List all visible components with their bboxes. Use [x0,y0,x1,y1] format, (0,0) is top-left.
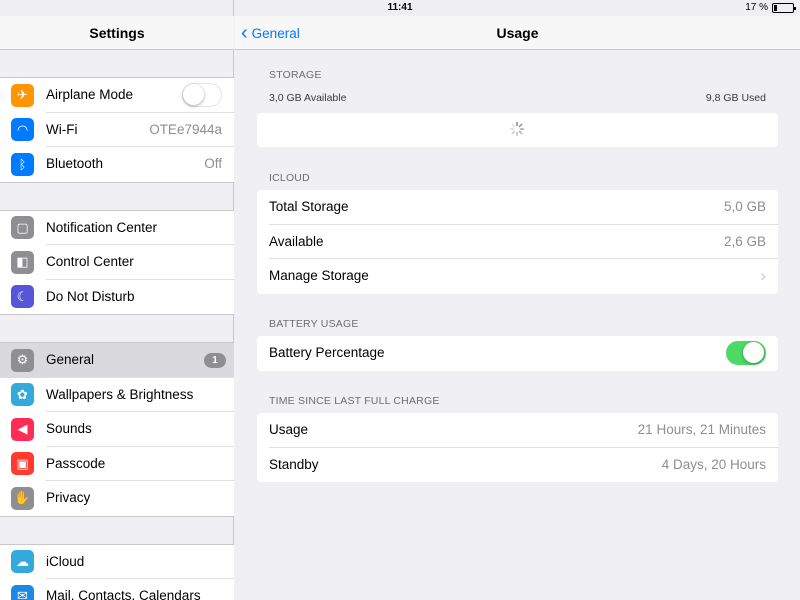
sidebar-item-label: Privacy [46,490,91,505]
charge-card: Usage 21 Hours, 21 Minutes Standby 4 Day… [257,413,778,482]
battery-percentage-row: Battery Percentage [257,336,778,371]
airplane-icon: ✈ [11,83,34,107]
sidebar-item-do-not-disturb[interactable]: ☾ Do Not Disturb [0,280,234,315]
control-center-icon: ◧ [11,250,34,274]
cloud-icon: ☁ [11,550,34,574]
sidebar-item-value: Off [204,156,222,171]
usage-panel: ‹ General Usage STORAGE 3,0 GB Available… [235,0,800,600]
total-storage-row: Total Storage 5,0 GB [257,190,778,225]
row-label: Manage Storage [269,268,369,283]
battery-card: Battery Percentage [257,336,778,371]
settings-group: ▢ Notification Center ◧ Control Center ☾ Do N… [0,209,234,315]
chevron-right-icon: › [760,266,766,285]
loading-spinner-icon [509,121,525,137]
battery-percentage-toggle[interactable] [726,341,766,365]
sidebar-item-label: Passcode [46,455,106,471]
storage-available: 3,0 GB Available [269,92,347,104]
sidebar-item-passcode[interactable]: ▣ Passcode [0,447,234,481]
page-title: Usage [496,25,539,41]
row-label: Standby [269,456,319,472]
storage-header: STORAGE [269,69,322,81]
charge-header: TIME SINCE LAST FULL CHARGE [269,395,440,407]
lock-icon: ▣ [11,452,34,476]
bluetooth-icon: ᛒ [11,152,34,176]
battery-usage-header: BATTERY USAGE [269,318,359,330]
sidebar-item-sounds[interactable]: ◀ Sounds [0,412,234,447]
settings-group: ✈ Airplane Mode ◠ Wi-Fi OTEe7944a ᛒ Bluetooth O… [0,77,234,183]
toggle-knob [183,84,204,105]
settings-group: ☁ iCloud ✉ Mail, Contacts, Calendars [0,543,234,600]
sidebar-list: ✈ Airplane Mode ◠ Wi-Fi OTEe7944a ᛒ Bluetooth O… [0,50,234,600]
sidebar-item-control-center[interactable]: ◧ Control Center [0,245,234,280]
sidebar-item-mail-contacts-calendars[interactable]: ✉ Mail, Contacts, Calendars [0,579,234,600]
storage-used: 9,8 GB Used [705,92,766,104]
settings-sidebar: Settings ✈ Airplane Mode ◠ Wi-Fi OTEe7944a ᛒ B… [0,0,234,600]
sidebar-item-label: Do Not Disturb [46,288,135,304]
standby-row: Standby 4 Days, 20 Hours [257,448,778,483]
row-value: 5,0 GB [723,199,766,214]
sidebar-item-value: OTEe7944a [149,121,222,137]
storage-summary: 3,0 GB Available 9,8 GB Used [269,92,766,104]
row-value: 4 Days, 20 Hours [661,456,766,472]
sidebar-item-general[interactable]: ⚙ General 1 [0,343,234,378]
wallpaper-icon: ✿ [11,383,34,407]
sidebar-item-bluetooth[interactable]: ᛒ Bluetooth Off [0,147,234,182]
row-value: 21 Hours, 21 Minutes [637,422,766,437]
sidebar-item-label: Notification Center [46,219,158,235]
notification-icon: ▢ [11,216,34,240]
icloud-header: ICLOUD [269,172,310,184]
gear-icon: ⚙ [11,348,34,372]
manage-storage-row[interactable]: Manage Storage › [257,259,778,294]
moon-icon: ☾ [11,285,34,309]
sidebar-title: Settings [0,16,234,50]
row-label: Battery Percentage [269,345,385,360]
storage-card [257,113,778,147]
sidebar-item-label: Control Center [46,254,134,269]
sidebar-item-label: Wallpapers & Brightness [46,386,194,402]
wifi-icon: ◠ [11,118,34,142]
update-badge: 1 [204,353,226,368]
speaker-icon: ◀ [11,417,34,441]
sidebar-item-airplane-mode[interactable]: ✈ Airplane Mode [0,78,234,113]
sidebar-item-label: Sounds [46,421,92,436]
hand-icon: ✋ [11,486,34,510]
sidebar-item-wi-fi[interactable]: ◠ Wi-Fi OTEe7944a [0,113,234,147]
usage-row: Usage 21 Hours, 21 Minutes [257,413,778,448]
sidebar-item-label: Mail, Contacts, Calendars [46,588,201,600]
sidebar-item-label: iCloud [46,553,85,569]
available-row: Available 2,6 GB [257,225,778,259]
row-value: 2,6 GB [723,233,766,249]
row-label: Total Storage [269,199,349,214]
row-label: Usage [269,422,309,437]
sidebar-item-privacy[interactable]: ✋ Privacy [0,481,234,516]
airplane-mode-toggle[interactable] [182,83,222,107]
sidebar-item-notification-center[interactable]: ▢ Notification Center [0,211,234,245]
toggle-knob [743,342,764,363]
icloud-card: Total Storage 5,0 GB Available 2,6 GB Ma… [257,190,778,294]
row-label: Available [269,233,324,249]
settings-group: ⚙ General 1 ✿ Wallpapers & Brightness ◀ Sounds… [0,342,234,517]
nav-bar: ‹ General Usage [235,16,800,50]
mail-icon: ✉ [11,584,34,600]
sidebar-item-icloud[interactable]: ☁ iCloud [0,545,234,579]
sidebar-item-wallpapers-brightness[interactable]: ✿ Wallpapers & Brightness [0,378,234,412]
